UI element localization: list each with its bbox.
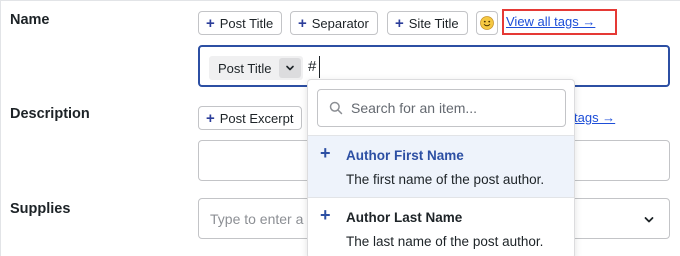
item-description: The first name of the post author. [346, 172, 545, 187]
item-title: Author Last Name [346, 210, 463, 225]
post-excerpt-tag-button[interactable]: + Post Excerpt [198, 106, 303, 130]
dropdown-item-author-last-name[interactable]: + Author Last Name The last name of the … [308, 198, 574, 256]
chip-dropdown-toggle[interactable] [279, 58, 302, 78]
plus-icon: + [395, 14, 404, 32]
plus-icon: + [320, 205, 331, 225]
chevron-down-icon [286, 65, 295, 71]
name-label: Name [10, 12, 50, 28]
chevron-down-icon[interactable] [643, 214, 655, 226]
item-title: Author First Name [346, 148, 464, 163]
post-title-chip[interactable]: Post Title [209, 56, 304, 80]
description-label: Description [10, 106, 90, 122]
tag-label: Post Title [219, 15, 274, 31]
supplies-label: Supplies [10, 201, 71, 217]
dropdown-item-author-first-name[interactable]: + Author First Name The first name of th… [308, 136, 574, 197]
plus-icon: + [298, 14, 307, 32]
post-title-tag-button[interactable]: + Post Title [198, 11, 283, 35]
emoji-button[interactable] [476, 11, 498, 35]
search-placeholder: Search for an item... [351, 100, 478, 116]
site-title-tag-button[interactable]: + Site Title [387, 11, 468, 35]
separator-tag-button[interactable]: + Separator [290, 11, 378, 35]
typed-text: # [308, 58, 317, 75]
tag-search-input[interactable]: Search for an item... [317, 89, 566, 127]
plus-icon: + [320, 143, 331, 163]
plus-icon: + [206, 109, 215, 127]
highlight-annotation [502, 9, 617, 35]
plus-icon: + [206, 14, 215, 32]
view-all-tags-link-partial[interactable]: tags → [574, 110, 615, 125]
text-cursor [319, 56, 320, 78]
search-icon [329, 101, 343, 115]
chip-label: Post Title [218, 60, 272, 76]
tag-search-dropdown: Search for an item... + Author First Nam… [307, 79, 575, 256]
tag-label: Post Excerpt [219, 110, 294, 126]
tag-label: Site Title [408, 15, 459, 31]
tag-label: Separator [311, 15, 369, 31]
item-description: The last name of the post author. [346, 234, 544, 249]
supplies-placeholder: Type to enter a [210, 211, 304, 227]
smiley-emoji-icon [480, 16, 494, 30]
